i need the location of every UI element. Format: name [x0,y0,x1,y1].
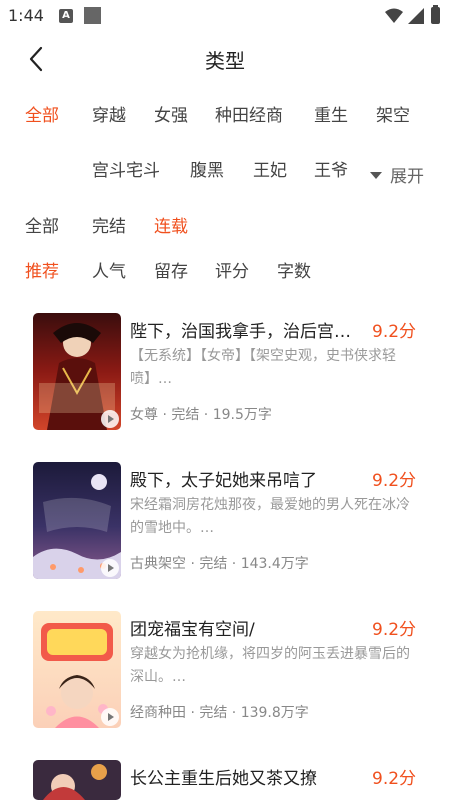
category-chip-rebirth[interactable]: 重生 [314,101,348,126]
book-title[interactable]: 长公主重生后她又茶又撩 [130,764,370,789]
expand-button[interactable]: 展开 [370,162,424,187]
book-cover[interactable] [33,611,121,728]
chevron-down-icon [370,171,382,179]
sort-chip-rating[interactable]: 评分 [215,257,249,282]
book-title[interactable]: 殿下，太子妃她来吊唁了 [130,466,370,491]
book-item[interactable]: 殿下，太子妃她来吊唁了 9.2分 宋经霜洞房花烛那夜，最爱她的男人死在冰冷的雪地… [0,462,450,592]
play-icon[interactable] [101,708,119,726]
book-title[interactable]: 团宠福宝有空间/ [130,615,370,640]
play-icon[interactable] [101,410,119,428]
book-meta: 女尊 · 完结 · 19.5万字 [130,407,272,423]
book-title[interactable]: 陛下，治国我拿手，治后宫… [130,317,370,342]
wifi-icon [385,8,403,23]
page-title: 类型 [205,49,245,73]
book-score: 9.2分 [372,620,417,640]
signal-icon [408,8,424,24]
status-chip-completed[interactable]: 完结 [92,212,126,237]
category-chip-prince[interactable]: 王爷 [314,156,350,181]
status-chip-all[interactable]: 全部 [25,212,59,237]
book-cover-art [33,760,121,800]
book-item[interactable]: 长公主重生后她又茶又撩 9.2分 [0,760,450,800]
book-meta: 经商种田 · 完结 · 139.8万字 [130,705,309,721]
expand-label: 展开 [390,167,424,187]
category-chip-princess[interactable]: 王妃 [253,156,287,181]
sort-chip-retention[interactable]: 留存 [154,257,188,282]
book-cover[interactable] [33,462,121,579]
category-chip-palace-intrigue[interactable]: 宫斗宅斗 [92,156,160,181]
category-chip-scheming[interactable]: 腹黑 [190,156,224,181]
book-description: 【无系统】【女帝】【架空史观，史书侠求轻喷】… [130,348,396,387]
book-description: 宋经霜洞房花烛那夜，最爱她的男人死在冰冷的雪地中。… [130,497,410,536]
battery-icon [431,5,440,24]
status-time: 1:44 [8,6,44,25]
app-notification-icon: A [59,9,73,23]
book-score: 9.2分 [372,322,417,342]
book-cover[interactable] [33,760,121,800]
category-chip-strong-female[interactable]: 女强 [154,101,188,126]
book-description: 穿越女为抢机缘，将四岁的阿玉丢进暴雪后的深山。… [130,646,410,685]
sort-chip-recommended[interactable]: 推荐 [25,257,59,282]
book-item[interactable]: 陛下，治国我拿手，治后宫… 9.2分 【无系统】【女帝】【架空史观，史书侠求轻喷… [0,313,450,443]
book-cover[interactable] [33,313,121,430]
category-chip-fictional-history[interactable]: 架空 [376,101,410,126]
play-icon[interactable] [101,559,119,577]
book-score: 9.2分 [372,769,417,789]
book-item[interactable]: 团宠福宝有空间/ 9.2分 穿越女为抢机缘，将四岁的阿玉丢进暴雪后的深山。… 经… [0,611,450,741]
sort-chip-popularity[interactable]: 人气 [92,257,126,282]
header: 类型 [0,36,450,80]
category-chip-time-travel[interactable]: 穿越 [92,101,126,126]
sort-chip-word-count[interactable]: 字数 [277,257,311,282]
status-chip-ongoing[interactable]: 连载 [154,212,188,237]
category-chip-farming-business[interactable]: 种田经商 [215,101,283,126]
book-score: 9.2分 [372,471,417,491]
status-bar: 1:44 A [0,0,450,32]
category-chip-all[interactable]: 全部 [25,101,59,126]
book-meta: 古典架空 · 完结 · 143.4万字 [130,556,309,572]
notification-square-icon [84,7,101,24]
